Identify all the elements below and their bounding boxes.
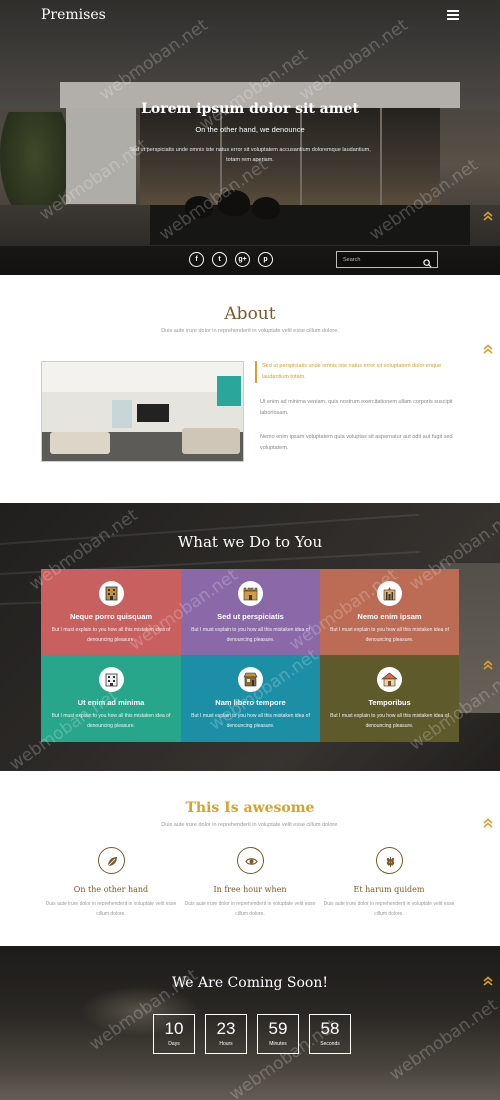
- feature-desc: Duis aute irure dolor in reprehenderit i…: [184, 901, 316, 917]
- feature-item: On the other hand Duis aute irure dolor …: [41, 847, 181, 919]
- feature-desc: Duis aute irure dolor in reprehenderit i…: [323, 901, 455, 917]
- hero-body-text: Sed ut perspiciatis unde omnis iste natu…: [129, 147, 371, 163]
- countdown-unit: Days: [168, 1041, 180, 1047]
- hero-banner: [0, 0, 500, 275]
- feature-title: On the other hand: [73, 885, 149, 894]
- facebook-icon[interactable]: f: [189, 252, 204, 267]
- wheat-icon: [375, 847, 403, 874]
- countdown-value: 58: [320, 1019, 340, 1038]
- service-tile[interactable]: Neque porro quisquam But I must explain …: [41, 569, 181, 655]
- countdown-minutes: 59 Minutes: [257, 1014, 299, 1054]
- countdown-hours: 23 Hours: [205, 1014, 247, 1054]
- eye-icon: [236, 847, 264, 874]
- hamburger-menu-icon[interactable]: [447, 10, 459, 22]
- about-paragraph: Ut enim ad minima veniam, quis nostrum e…: [260, 399, 453, 416]
- about-quote: Sed ut perspiciatis unde omnis iste natu…: [255, 361, 460, 383]
- scroll-up-chevron-icon[interactable]: [483, 344, 493, 354]
- service-tile[interactable]: Sed ut perspiciatis But I must explain t…: [181, 569, 320, 655]
- leaf-icon: [97, 847, 125, 874]
- about-interior-image: [41, 361, 244, 462]
- service-title: Nemo enim ipsam: [357, 612, 422, 621]
- about-paragraph: Nemo enim ipsam voluptatem quia voluptas…: [260, 434, 453, 451]
- pinterest-icon[interactable]: p: [258, 252, 273, 267]
- feature-item: Et harum quidem Duis aute irure dolor in…: [319, 847, 459, 919]
- service-desc: But I must explain to you how all this m…: [191, 627, 310, 643]
- service-desc: But I must explain to you how all this m…: [191, 713, 310, 729]
- brand-logo[interactable]: Premises: [41, 7, 106, 23]
- countdown-days: 10 Days: [153, 1014, 195, 1054]
- search-input[interactable]: [337, 252, 421, 267]
- service-title: Temporibus: [368, 698, 411, 707]
- office-icon: [98, 667, 124, 692]
- awesome-subtitle: Duis aute irure dolor in reprehenderit i…: [161, 822, 339, 828]
- search-icon[interactable]: [423, 255, 433, 268]
- feature-title: In free hour when: [213, 885, 287, 894]
- feature-item: In free hour when Duis aute irure dolor …: [180, 847, 320, 919]
- scroll-up-chevron-icon[interactable]: [483, 660, 493, 670]
- coming-soon-title: We Are Coming Soon!: [172, 975, 328, 991]
- service-desc: But I must explain to you how all this m…: [330, 627, 449, 643]
- google-plus-icon[interactable]: g+: [235, 252, 250, 267]
- about-text: Sed ut perspiciatis unde omnis iste natu…: [255, 361, 460, 454]
- service-title: Sed ut perspiciatis: [217, 612, 284, 621]
- hero-title: Lorem ipsum dolor sit amet: [141, 101, 359, 117]
- social-links: f t g+ p: [189, 252, 273, 267]
- service-tile[interactable]: Temporibus But I must explain to you how…: [320, 655, 459, 742]
- awesome-title: This Is awesome: [185, 800, 315, 816]
- feature-title: Et harum quidem: [353, 885, 425, 894]
- service-desc: But I must explain to you how all this m…: [330, 713, 449, 729]
- house-icon: [377, 667, 402, 692]
- feature-desc: Duis aute irure dolor in reprehenderit i…: [45, 901, 177, 917]
- shop-icon: [238, 667, 263, 692]
- palace-icon: [377, 581, 402, 606]
- service-title: Nam libero tempore: [215, 698, 286, 707]
- countdown-unit: Hours: [219, 1041, 233, 1047]
- coming-soon-section: [0, 946, 500, 1100]
- scroll-up-chevron-icon[interactable]: [483, 211, 493, 221]
- search-box: [336, 251, 438, 268]
- about-subtitle: Duis aute irure dolor in reprehenderit i…: [161, 328, 339, 334]
- services-grid: Neque porro quisquam But I must explain …: [41, 569, 459, 742]
- scroll-up-chevron-icon[interactable]: [483, 976, 493, 986]
- hero-overlay: [0, 0, 500, 275]
- castle-icon: [238, 581, 263, 606]
- service-desc: But I must explain to you how all this m…: [51, 713, 171, 729]
- countdown-unit: Minutes: [269, 1041, 287, 1047]
- about-title: About: [224, 304, 276, 324]
- building-icon: [98, 581, 124, 606]
- hero-subtitle: On the other hand, we denounce: [195, 125, 305, 134]
- countdown-unit: Seconds: [320, 1041, 340, 1047]
- service-title: Neque porro quisquam: [69, 612, 153, 621]
- service-title: Ut enim ad minima: [77, 698, 145, 707]
- service-tile[interactable]: Nemo enim ipsam But I must explain to yo…: [320, 569, 459, 655]
- services-title: What we Do to You: [177, 533, 323, 551]
- countdown-value: 10: [164, 1019, 184, 1038]
- countdown-value: 59: [268, 1019, 288, 1038]
- scroll-up-chevron-icon[interactable]: [483, 818, 493, 828]
- service-desc: But I must explain to you how all this m…: [51, 627, 171, 643]
- service-tile[interactable]: Nam libero tempore But I must explain to…: [181, 655, 320, 742]
- countdown-seconds: 58 Seconds: [309, 1014, 351, 1054]
- countdown-value: 23: [216, 1019, 236, 1038]
- twitter-icon[interactable]: t: [212, 252, 227, 267]
- service-tile[interactable]: Ut enim ad minima But I must explain to …: [41, 655, 181, 742]
